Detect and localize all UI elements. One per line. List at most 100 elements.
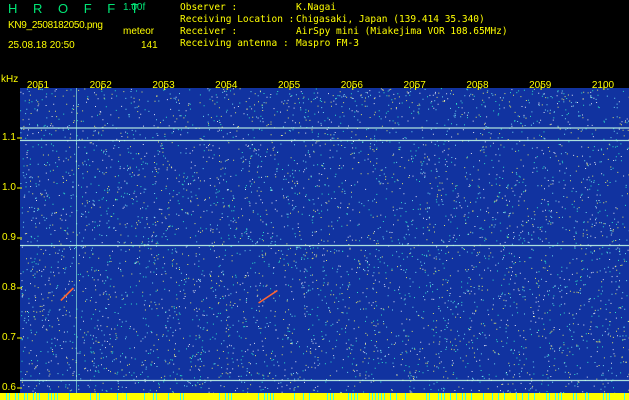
bottom-strip-tick [534,393,535,400]
bottom-strip-tick [522,393,523,400]
location-value: Chigasaki, Japan (139.414 35.340) [296,14,485,25]
antenna-value: Maspro FM-3 [296,38,359,49]
observation-datetime: 25.08.18 20:50 [8,40,75,51]
bottom-strip-tick [378,393,379,400]
bottom-strip-tick [33,393,34,400]
bottom-strip-tick [351,393,352,400]
bottom-strip-tick [273,393,274,400]
location-key: Receiving Location : [180,14,295,25]
bottom-strip-tick [27,393,28,400]
bottom-strip-tick [546,393,547,400]
bottom-strip-tick [294,393,295,400]
bottom-strip-tick [99,393,100,400]
bottom-strip-tick [450,393,451,400]
bottom-strip-tick [330,393,331,400]
noise-speckle [20,88,629,394]
bottom-strip-tick [219,393,220,400]
bottom-strip-tick [96,393,97,400]
bottom-strip-tick [471,393,472,400]
bottom-strip-tick [231,393,232,400]
bottom-strip-tick [348,393,349,400]
receiver-key: Receiver : [180,26,238,37]
bottom-strip-tick [498,393,499,400]
bottom-strip-tick [561,393,562,400]
bottom-strip-tick [369,393,370,400]
bottom-strip-tick [456,393,457,400]
x-tick-label: 2051 [26,80,50,91]
bottom-strip-tick [624,393,625,400]
bottom-strip-tick [126,393,127,400]
bottom-strip-tick [462,393,463,400]
bottom-strip-tick [384,393,385,400]
bottom-strip-tick [180,393,181,400]
y-tick-label: 0.7 [2,332,16,343]
meteor-trace [60,287,74,302]
bottom-strip-tick [24,393,25,400]
spectrogram-plot [0,85,629,400]
bottom-strip-tick [588,393,589,400]
bottom-strip-tick [54,393,55,400]
bottom-strip-tick [48,393,49,400]
x-tick-label: 2100 [591,80,615,91]
bottom-strip-tick [516,393,517,400]
meteor-label: meteor [123,26,155,37]
bottom-strip-tick [153,393,154,400]
observer-key: Observer : [180,2,238,13]
bottom-strip-tick [144,393,145,400]
bottom-strip-tick [438,393,439,400]
bottom-strip-tick [603,393,604,400]
x-tick-label: 2057 [403,80,426,91]
bottom-strip-tick [396,393,397,400]
bottom-strip-tick [15,393,16,400]
bottom-strip-tick [168,393,169,400]
bottom-strip-tick [390,393,391,400]
meteor-trace [258,289,278,304]
bottom-strip-tick [225,393,226,400]
bottom-strip-tick [405,393,406,400]
x-tick-label: 2054 [215,80,238,91]
bottom-strip-tick [36,393,37,400]
bottom-strip-tick [57,393,58,400]
bottom-strip-tick [357,393,358,400]
bottom-strip-tick [183,393,184,400]
bottom-strip-tick [429,393,430,400]
bottom-strip-tick [6,393,7,400]
bottom-strip-tick [69,393,70,400]
x-tick-label: 2053 [152,80,175,91]
bottom-strip-tick [504,393,505,400]
bottom-strip-tick [465,393,466,400]
bottom-strip-tick [9,393,10,400]
bottom-strip-tick [576,393,577,400]
y-axis-unit: kHz [1,74,19,85]
bottom-strip-tick [372,393,373,400]
observer-value: K.Nagai [296,2,337,13]
bottom-strip-tick [558,393,559,400]
bottom-strip-tick [327,393,328,400]
bottom-strip-tick [264,393,265,400]
bottom-strip-tick [609,393,610,400]
bottom-strip-tick [555,393,556,400]
bottom-strip-tick [267,393,268,400]
bottom-strip-tick [528,393,529,400]
bottom-strip-tick [492,393,493,400]
y-tick-label: 0.8 [2,282,16,293]
bottom-strip-tick [309,393,310,400]
receiver-value: AirSpy mini (Miakejima VOR 108.65MHz) [296,26,508,37]
noise-speckle [20,88,629,394]
bottom-strip-tick [18,393,19,400]
bottom-strip-tick [585,393,586,400]
bottom-strip-tick [333,393,334,400]
y-tick-label: 0.9 [2,232,16,243]
bottom-strip-tick [258,393,259,400]
y-tick-label: 1.1 [2,132,16,143]
antenna-key: Receiving antenna : [180,38,289,49]
bottom-strip-tick [444,393,445,400]
bottom-strip-tick [156,393,157,400]
bottom-strip-tick [228,393,229,400]
bottom-strip-tick [441,393,442,400]
x-tick-label: 2056 [340,80,363,91]
x-tick-label: 2059 [529,80,552,91]
file-name: KN9_2508182050.png [8,20,103,31]
y-tick-label: 1.0 [2,182,16,193]
bottom-strip-tick [375,393,376,400]
